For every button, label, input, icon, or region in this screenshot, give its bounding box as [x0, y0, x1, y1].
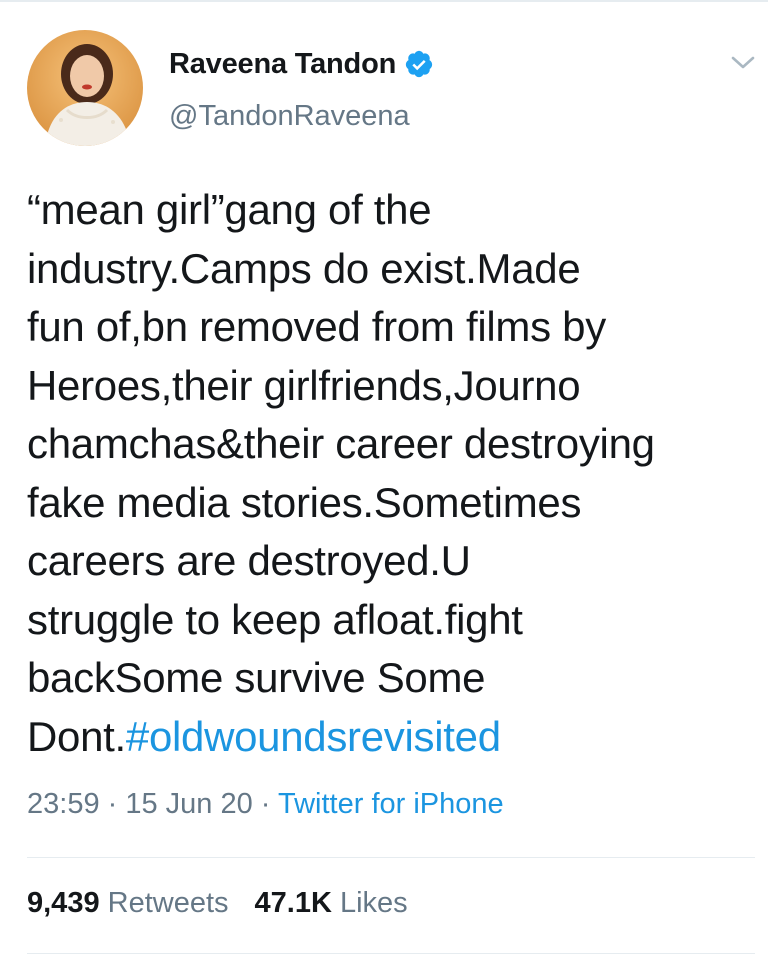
- tweet-date[interactable]: 15 Jun 20: [125, 788, 252, 820]
- meta-separator: ·: [99, 788, 126, 820]
- retweets-label: Retweets: [107, 887, 229, 919]
- retweets-stat[interactable]: 9,439 Retweets: [27, 887, 229, 919]
- hashtag-link[interactable]: #oldwoundsrevisited: [126, 713, 501, 760]
- author-name-row[interactable]: Raveena Tandon: [169, 44, 434, 84]
- divider-bottom: [27, 953, 755, 954]
- divider: [27, 857, 755, 858]
- author-handle[interactable]: @TandonRaveena: [169, 100, 410, 133]
- engagement-stats: 9,439 Retweets 47.1K Likes: [27, 887, 408, 920]
- chevron-down-icon[interactable]: [729, 50, 757, 74]
- likes-stat[interactable]: 47.1K Likes: [255, 887, 408, 919]
- tweet-source-link[interactable]: Twitter for iPhone: [278, 788, 504, 820]
- avatar[interactable]: [27, 30, 143, 146]
- likes-label: Likes: [339, 887, 408, 919]
- verified-badge-icon: [404, 49, 434, 79]
- retweets-count: 9,439: [27, 887, 100, 919]
- meta-separator-2: ·: [252, 788, 278, 820]
- top-divider: [0, 0, 768, 2]
- tweet-body: “mean girl”gang of the industry.Camps do…: [27, 186, 655, 760]
- profile-photo-icon: [27, 30, 143, 146]
- tweet-meta: 23:59 · 15 Jun 20 · Twitter for iPhone: [27, 788, 504, 821]
- display-name[interactable]: Raveena Tandon: [169, 48, 396, 81]
- likes-count: 47.1K: [254, 887, 332, 919]
- tweet-time[interactable]: 23:59: [27, 788, 100, 820]
- tweet-text: “mean girl”gang of the industry.Camps do…: [27, 181, 757, 766]
